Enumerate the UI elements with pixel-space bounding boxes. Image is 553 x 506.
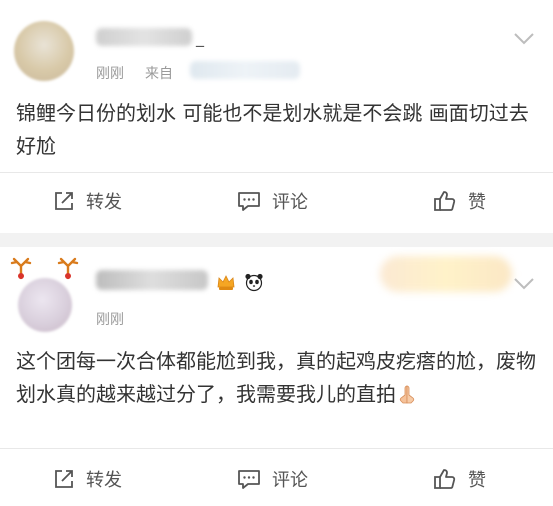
timestamp: 刚刚: [96, 312, 124, 328]
username-suffix: _: [196, 28, 204, 47]
repost-button[interactable]: 转发: [52, 188, 122, 214]
like-button[interactable]: 赞: [432, 188, 486, 214]
comment-label: 评论: [272, 470, 308, 491]
repost-label: 转发: [86, 470, 122, 491]
username-blurred[interactable]: [96, 28, 192, 46]
fan-badge-blurred: [380, 256, 512, 292]
crown-icon: [217, 275, 235, 290]
reindeer-antler-icon: [57, 257, 79, 280]
username-blurred[interactable]: [96, 270, 208, 290]
avatar[interactable]: [18, 278, 72, 332]
chevron-down-icon[interactable]: [513, 277, 535, 291]
timestamp: 刚刚: [96, 66, 124, 82]
comment-icon: [238, 192, 260, 211]
comment-text: 锦鲤今日份的划水 可能也不是划水就是不会跳 画面切过去 好尬: [16, 101, 529, 158]
comment-button[interactable]: 评论: [236, 466, 308, 492]
source-device-blurred[interactable]: [190, 61, 300, 79]
divider: [0, 448, 553, 449]
comment-text: 这个团每一次合体都能尬到我，真的起鸡皮疙瘩的尬，废物划水真的越来越过分了，我需要…: [16, 345, 536, 411]
like-label: 赞: [468, 192, 486, 213]
source-label: 来自: [145, 66, 173, 82]
comment-icon: [238, 470, 260, 489]
share-icon: [55, 470, 73, 488]
comment-text-body: 这个团每一次合体都能尬到我，真的起鸡皮疙瘩的尬，废物划水真的越来越过分了，我需要…: [16, 349, 536, 406]
share-icon: [55, 192, 73, 210]
comment-card: _ 刚刚 来自 锦鲤今日份的划水 可能也不是划水就是不会跳 画面切过去 好尬 转…: [0, 0, 553, 233]
chevron-down-icon[interactable]: [513, 32, 535, 46]
praying-hands-icon: [399, 385, 415, 404]
divider: [0, 172, 553, 173]
thumbs-up-icon: [434, 469, 456, 489]
like-label: 赞: [468, 470, 486, 491]
thumbs-up-icon: [434, 191, 456, 211]
panda-icon: [245, 273, 263, 292]
comment-label: 评论: [272, 192, 308, 213]
repost-button[interactable]: 转发: [52, 466, 122, 492]
avatar[interactable]: [14, 21, 74, 81]
like-button[interactable]: 赞: [432, 466, 486, 492]
comment-button[interactable]: 评论: [236, 188, 308, 214]
repost-label: 转发: [86, 192, 122, 213]
reindeer-antler-icon: [10, 257, 32, 280]
